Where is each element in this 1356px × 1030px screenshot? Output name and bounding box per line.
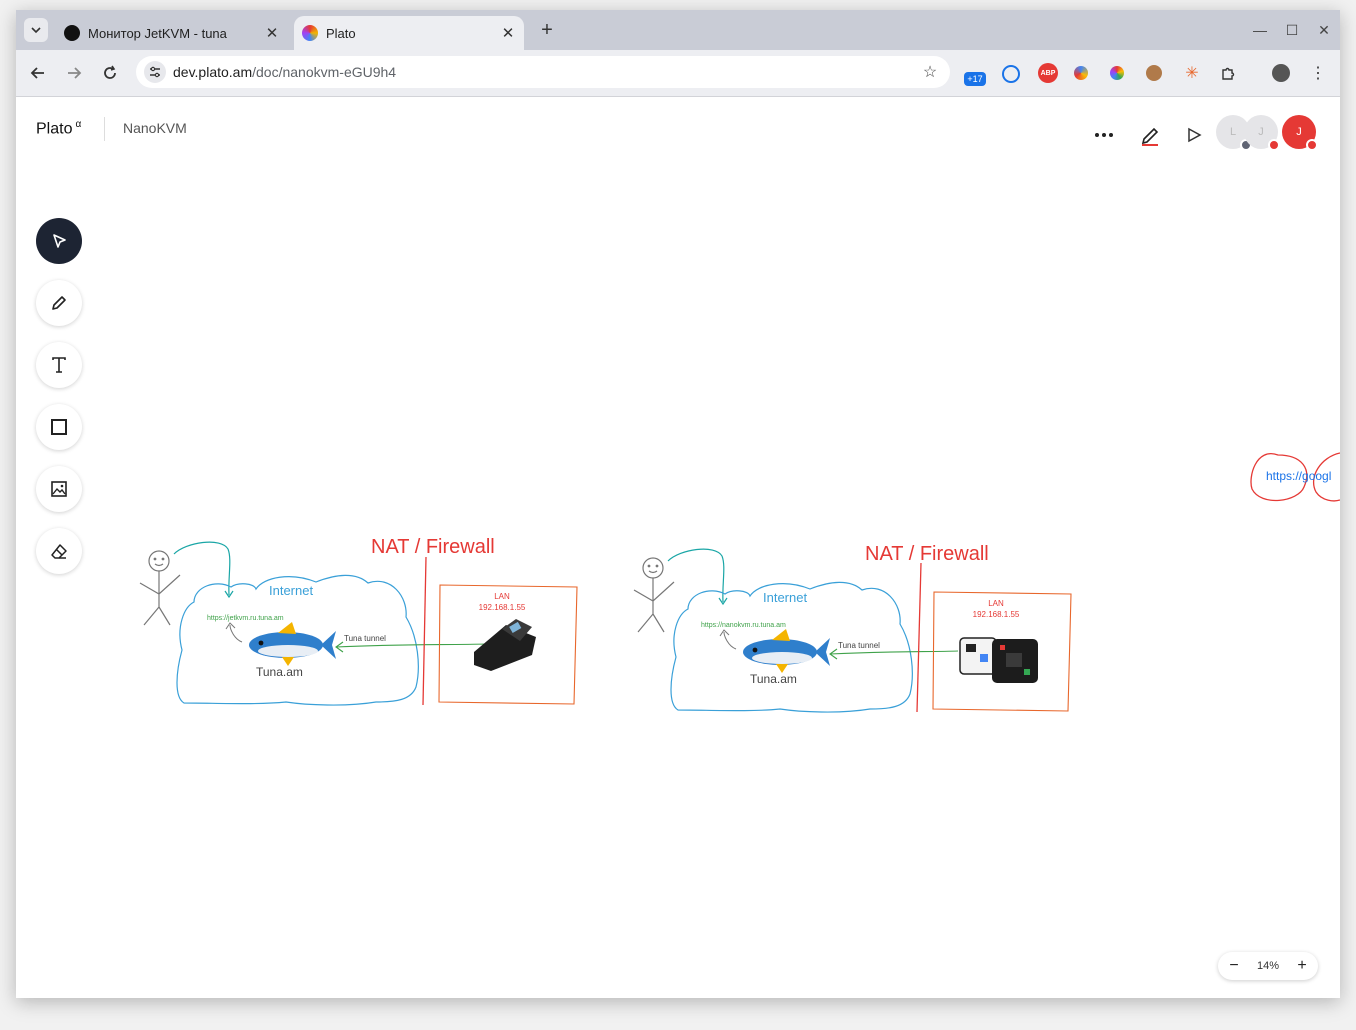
puzzle-icon — [1222, 67, 1235, 80]
zoom-in-button[interactable]: + — [1294, 957, 1310, 974]
browser-window: Монитор JetKVM - tuna ✕ Plato ✕ + — ☐ ✕ … — [16, 10, 1340, 998]
firewall-line — [422, 556, 427, 706]
access-arrow — [667, 548, 725, 603]
lan-ip-label: 192.168.1.55 — [973, 610, 1020, 619]
chevron-down-icon — [31, 27, 41, 34]
back-button[interactable] — [26, 61, 50, 85]
password-manager-icon[interactable] — [1002, 65, 1020, 83]
diagram-jetkvm[interactable]: Internet https://jetkvm.ru.tuna.am Tuna.… — [139, 536, 578, 706]
tuna-fish-icon — [249, 622, 336, 666]
zoom-level: 14% — [1256, 960, 1280, 972]
cookie-icon[interactable] — [1146, 65, 1162, 81]
tab-bar: Монитор JetKVM - tuna ✕ Plato ✕ + — ☐ ✕ — [16, 10, 1340, 50]
arrow-left-icon — [30, 67, 44, 79]
plato-app: Plato α NanoKVM L J J Internet https://j… — [16, 97, 1340, 998]
tab-plato[interactable]: Plato ✕ — [294, 16, 524, 50]
edge-link-text: https://googl — [1266, 469, 1331, 483]
weather-extension-icon[interactable]: +17 — [964, 72, 986, 86]
return-arrow — [229, 624, 243, 643]
close-window-button[interactable]: ✕ — [1314, 20, 1334, 40]
adblock-icon[interactable]: ABP — [1038, 63, 1058, 83]
plato-favicon-icon — [302, 25, 318, 41]
minimize-button[interactable]: — — [1250, 20, 1270, 40]
tab-title: Монитор JetKVM - tuna — [88, 25, 227, 41]
reload-icon — [104, 65, 116, 79]
tuna-service-label: Tuna.am — [256, 665, 303, 679]
tab-jetkvm[interactable]: Монитор JetKVM - tuna ✕ — [56, 16, 288, 50]
tunnel-url-label: https://nanokvm.ru.tuna.am — [701, 622, 786, 629]
arrow-right-icon — [68, 67, 82, 79]
return-arrow — [723, 631, 737, 650]
tunnel-label: Tuna tunnel — [838, 641, 880, 650]
close-tab-icon[interactable]: ✕ — [262, 23, 282, 43]
firewall-label: NAT / Firewall — [865, 543, 989, 565]
forward-button[interactable] — [62, 61, 86, 85]
sparkle-icon[interactable]: ✳ — [1182, 63, 1202, 83]
color-picker-icon[interactable] — [1110, 66, 1124, 80]
more-menu-icon[interactable]: ⋮ — [1308, 63, 1328, 83]
new-tab-button[interactable]: + — [536, 19, 558, 41]
zoom-control: − 14% + — [1218, 952, 1318, 980]
tunnel-url-label: https://jetkvm.ru.tuna.am — [207, 615, 284, 622]
jetkvm-favicon-icon — [64, 25, 80, 41]
lan-ip-label: 192.168.1.55 — [479, 603, 526, 612]
tab-search-button[interactable] — [24, 18, 48, 42]
tune-icon — [150, 66, 160, 78]
internet-label: Internet — [763, 590, 807, 605]
url-host: dev.plato.am — [173, 64, 253, 80]
firewall-line — [916, 562, 922, 713]
firewall-label: NAT / Firewall — [371, 536, 495, 558]
access-arrow — [173, 541, 231, 596]
canvas[interactable]: Internet https://jetkvm.ru.tuna.am Tuna.… — [16, 97, 1340, 998]
address-bar[interactable]: dev.plato.am/doc/nanokvm-eGU9h4 ☆ — [136, 56, 950, 88]
nanokvm-devices-icon — [959, 637, 1038, 683]
zoom-out-button[interactable]: − — [1226, 957, 1242, 974]
diagram-nanokvm[interactable]: Internet https://nanokvm.ru.tuna.am Tuna… — [633, 543, 1072, 713]
extensions-puzzle-icon[interactable] — [1218, 63, 1238, 83]
tunnel-label: Tuna tunnel — [344, 634, 386, 643]
internet-label: Internet — [269, 583, 313, 598]
url-path: /doc/nanokvm-eGU9h4 — [252, 64, 397, 80]
lan-label: LAN — [988, 599, 1004, 608]
tuna-fish-icon — [743, 629, 830, 673]
browser-toolbar: dev.plato.am/doc/nanokvm-eGU9h4 ☆ +17 AB… — [16, 50, 1340, 97]
tunnel-line — [335, 643, 487, 648]
tuna-service-label: Tuna.am — [750, 672, 797, 686]
tab-title: Plato — [326, 25, 356, 41]
url-text: dev.plato.am/doc/nanokvm-eGU9h4 — [173, 64, 396, 80]
stick-figure — [139, 550, 181, 626]
close-tab-icon[interactable]: ✕ — [498, 23, 518, 43]
maximize-button[interactable]: ☐ — [1282, 20, 1302, 40]
lan-label: LAN — [494, 592, 510, 601]
bookmark-star-icon[interactable]: ☆ — [920, 62, 940, 82]
reload-button[interactable] — [98, 61, 122, 85]
stick-figure — [633, 557, 675, 633]
jetkvm-device-icon — [474, 619, 536, 671]
offscreen-link-annotation[interactable]: https://googl — [1250, 452, 1340, 502]
site-info-icon[interactable] — [144, 61, 166, 83]
tunnel-line — [829, 650, 959, 655]
extension-icon[interactable] — [1074, 66, 1088, 80]
profile-avatar-icon[interactable] — [1272, 64, 1290, 82]
